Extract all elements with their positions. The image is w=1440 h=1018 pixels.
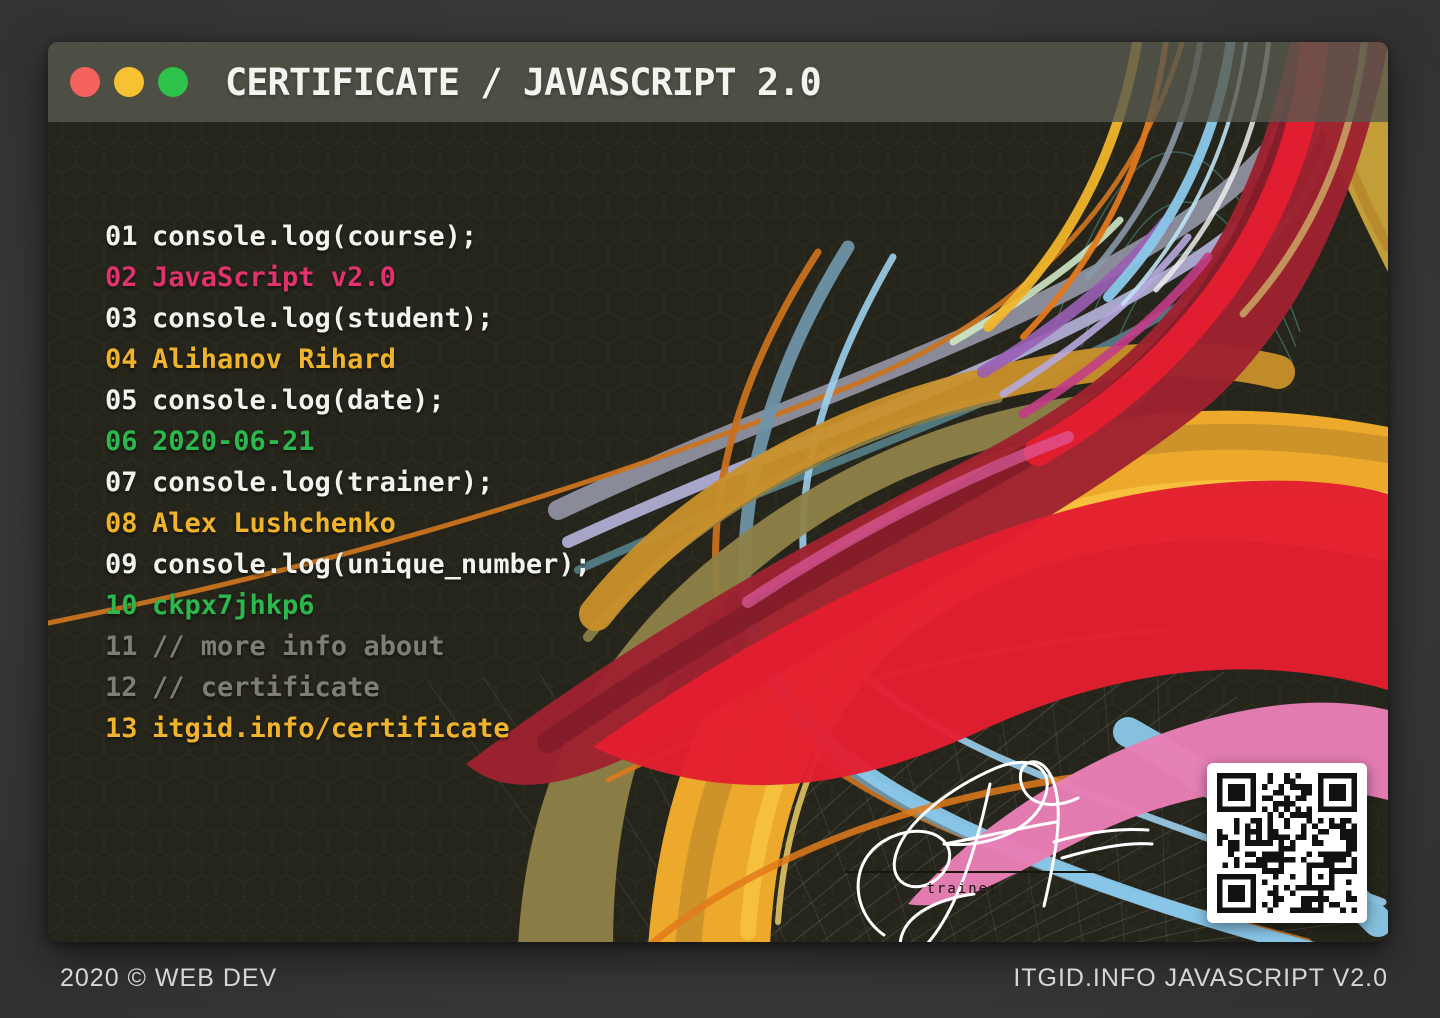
- code-line: 06 2020-06-21: [105, 421, 591, 462]
- line-number: 10: [105, 585, 138, 626]
- line-text: console.log(student);: [152, 298, 493, 339]
- code-line: 05 console.log(date);: [105, 380, 591, 421]
- traffic-lights: [70, 67, 188, 97]
- line-number: 12: [105, 667, 138, 708]
- close-button[interactable]: [70, 67, 100, 97]
- line-text: // more info about: [152, 626, 445, 667]
- line-number: 13: [105, 708, 138, 749]
- line-text: console.log(unique_number);: [152, 544, 591, 585]
- line-number: 08: [105, 503, 138, 544]
- code-line: 04 Alihanov Rihard: [105, 339, 591, 380]
- code-line: 07 console.log(trainer);: [105, 462, 591, 503]
- line-number: 01: [105, 216, 138, 257]
- line-text: console.log(date);: [152, 380, 445, 421]
- code-line: 08 Alex Lushchenko: [105, 503, 591, 544]
- line-text: 2020-06-21: [152, 421, 315, 462]
- line-text: Alex Lushchenko: [152, 503, 396, 544]
- code-line: 13 itgid.info/certificate: [105, 708, 591, 749]
- window-titlebar: CERTIFICATE / JAVASCRIPT 2.0: [48, 42, 1388, 122]
- line-number: 02: [105, 257, 138, 298]
- line-text: itgid.info/certificate: [152, 708, 510, 749]
- code-line: 10 ckpx7jhkp6: [105, 585, 591, 626]
- line-text: ckpx7jhkp6: [152, 585, 315, 626]
- minimize-button[interactable]: [114, 67, 144, 97]
- footer-course-label: ITGID.INFO JAVASCRIPT V2.0: [1013, 962, 1388, 994]
- code-line: 01 console.log(course);: [105, 216, 591, 257]
- code-line: 11 // more info about: [105, 626, 591, 667]
- code-line: 03 console.log(student);: [105, 298, 591, 339]
- line-number: 05: [105, 380, 138, 421]
- line-number: 11: [105, 626, 138, 667]
- line-number: 09: [105, 544, 138, 585]
- line-text: Alihanov Rihard: [152, 339, 396, 380]
- trainer-label: trainer: [926, 881, 999, 897]
- code-line: 02 JavaScript v2.0: [105, 257, 591, 298]
- line-number: 07: [105, 462, 138, 503]
- code-line: 12 // certificate: [105, 667, 591, 708]
- maximize-button[interactable]: [158, 67, 188, 97]
- qr-code[interactable]: [1207, 763, 1367, 923]
- footer-copyright: 2020 © WEB DEV: [60, 962, 277, 994]
- line-number: 03: [105, 298, 138, 339]
- line-text: JavaScript v2.0: [152, 257, 396, 298]
- terminal-window: trainer CERTIFICATE / JAVASCRIPT 2.0 01 c…: [48, 42, 1388, 942]
- qr-modules: [1217, 773, 1357, 913]
- line-text: console.log(course);: [152, 216, 477, 257]
- line-number: 04: [105, 339, 138, 380]
- window-title: CERTIFICATE / JAVASCRIPT 2.0: [225, 61, 821, 104]
- code-line: 09 console.log(unique_number);: [105, 544, 591, 585]
- line-text: console.log(trainer);: [152, 462, 493, 503]
- line-number: 06: [105, 421, 138, 462]
- code-listing: 01console.log(course);02JavaScript v2.00…: [105, 216, 591, 749]
- line-text: // certificate: [152, 667, 380, 708]
